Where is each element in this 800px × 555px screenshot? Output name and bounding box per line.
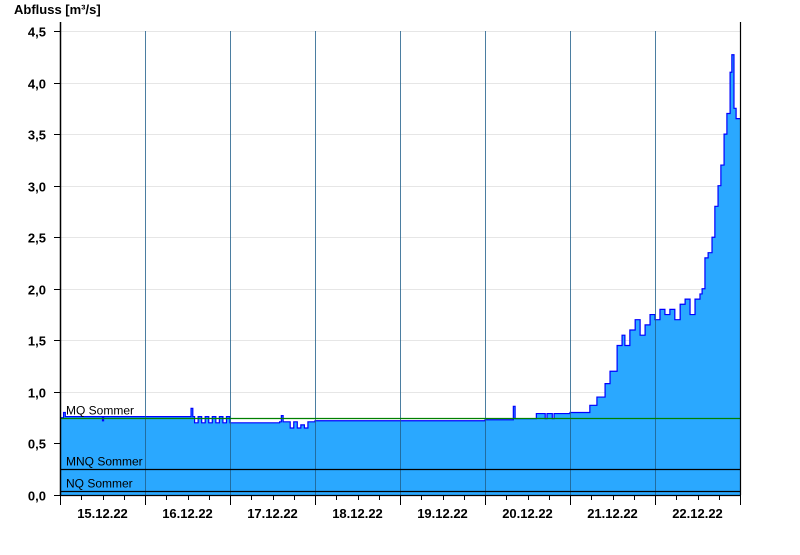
x-tick-label: 18.12.22 [332,506,383,521]
y-tick-label: 2,0 [28,283,46,298]
y-tick-label: 3,0 [28,180,46,195]
x-tick-label: 20.12.22 [502,506,553,521]
y-tick-label: 1,5 [28,334,46,349]
y-tick-label: 2,5 [28,231,46,246]
y-tick-label: 3,5 [28,128,46,143]
y-tick-label: 0,0 [28,489,46,504]
y-tick-label: 4,5 [28,25,46,40]
x-tick-label: 16.12.22 [162,506,213,521]
y-axis-label: Abfluss [m³/s] [14,2,101,17]
x-tick-label: 21.12.22 [587,506,638,521]
reference-label: NQ Sommer [66,477,133,491]
y-tick-label: 4,0 [28,77,46,92]
x-tick-label: 19.12.22 [417,506,468,521]
discharge-chart: Abfluss [m³/s] MQ Sommer MNQ Sommer NQ Som… [14,2,742,521]
reference-label: MQ Sommer [66,404,134,418]
y-tick-label: 0,5 [28,437,46,452]
x-tick-label: 22.12.22 [672,506,723,521]
y-tick-label: 1,0 [28,386,46,401]
x-tick-label: 17.12.22 [247,506,298,521]
x-tick-label: 15.12.22 [77,506,128,521]
reference-label: MNQ Sommer [66,455,143,469]
